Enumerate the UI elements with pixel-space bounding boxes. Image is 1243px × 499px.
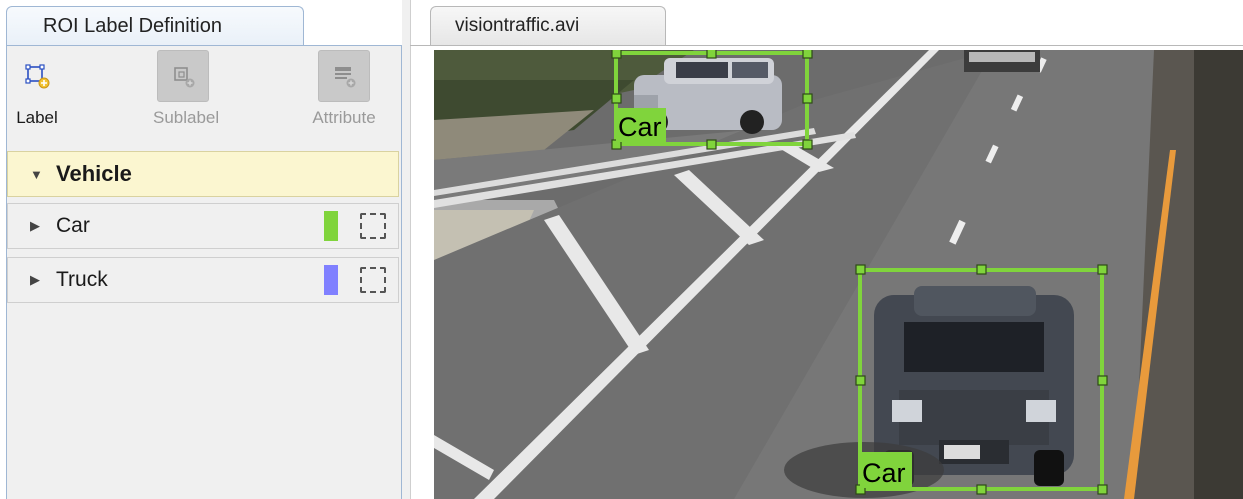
panel-splitter[interactable] [402, 0, 410, 499]
roi-label-panel: Label Sublabel Attribute ▼ Vehicle ▶ Car… [6, 45, 402, 499]
video-tab-title: visiontraffic.avi [455, 15, 580, 36]
roi-label-definition-title: ROI Label Definition [43, 15, 222, 37]
annotation-label: Car [862, 458, 906, 488]
add-label-icon [11, 50, 63, 102]
tree-item-car[interactable]: ▶ Car [7, 203, 399, 249]
tree-item-label: Truck [56, 268, 108, 291]
color-swatch[interactable] [324, 211, 338, 241]
attribute-button-text: Attribute [312, 108, 376, 127]
tree-item-label: Vehicle [56, 161, 132, 186]
rectangle-roi-icon [360, 213, 386, 239]
video-frame[interactable]: Car Car [434, 50, 1243, 499]
label-tree: ▼ Vehicle ▶ Car ▶ Truck [7, 143, 401, 499]
annotation-label: Car [618, 112, 662, 142]
collapsed-arrow-icon[interactable]: ▶ [30, 272, 44, 288]
expanded-arrow-icon[interactable]: ▼ [30, 167, 44, 182]
add-attribute-button[interactable]: Attribute [299, 50, 389, 128]
tree-item-truck[interactable]: ▶ Truck [7, 257, 399, 303]
tab-visiontraffic[interactable]: visiontraffic.avi [430, 6, 666, 46]
rectangle-roi-icon [360, 267, 386, 293]
tree-item-label: Car [56, 214, 90, 237]
color-swatch[interactable] [324, 265, 338, 295]
add-label-button[interactable]: Label [11, 50, 63, 128]
label-button-text: Label [16, 108, 58, 127]
tab-strip-line [410, 45, 1243, 46]
sublabel-button-text: Sublabel [153, 108, 220, 127]
splitter-line [410, 0, 411, 499]
collapsed-arrow-icon[interactable]: ▶ [30, 218, 44, 234]
tab-roi-label-definition[interactable]: ROI Label Definition [6, 6, 304, 46]
add-sublabel-button[interactable]: Sublabel [153, 50, 220, 128]
add-sublabel-icon [157, 50, 209, 102]
tree-item-vehicle[interactable]: ▼ Vehicle [7, 151, 399, 197]
add-attribute-icon [318, 50, 370, 102]
